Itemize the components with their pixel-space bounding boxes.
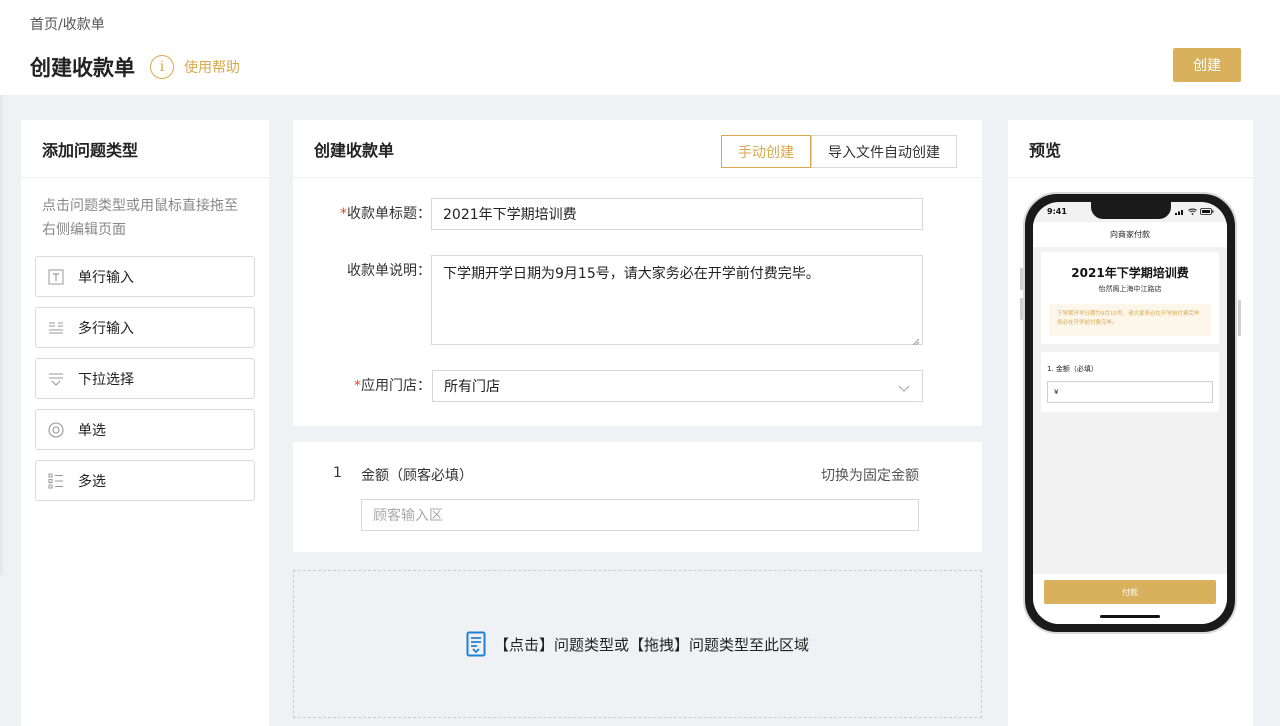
- multiline-icon: [48, 320, 64, 336]
- store-label-text: 应用门店：: [361, 378, 431, 394]
- customer-input-area: 顾客输入区: [361, 499, 919, 531]
- type-label: 单行输入: [78, 269, 134, 286]
- tab-manual-create[interactable]: 手动创建: [721, 135, 811, 168]
- top-bar: 首页/收款单 创建收款单 i 使用帮助 创建: [0, 0, 1280, 95]
- question-dropzone[interactable]: 【点击】问题类型或【拖拽】问题类型至此区域: [293, 570, 982, 718]
- status-time: 9:41: [1047, 207, 1067, 216]
- description-textarea[interactable]: 下学期开学日期为9月15号，请大家务必在开学前付费完毕。: [431, 255, 923, 346]
- description-text: 下学期开学日期为9月15号，请大家务必在开学前付费完毕。: [443, 266, 820, 282]
- question-types-panel: 添加问题类型 点击问题类型或用鼠标直接拖至右侧编辑页面 单行输入 多行输入 下拉…: [21, 120, 269, 726]
- preview-amount-card: 1. 金额（必填） ¥: [1041, 352, 1219, 412]
- radio-icon: [48, 421, 64, 438]
- wifi-icon: [1188, 208, 1197, 215]
- create-mode-tabs: 手动创建 导入文件自动创建: [721, 135, 957, 168]
- document-icon: [466, 631, 486, 657]
- tab-import-create[interactable]: 导入文件自动创建: [811, 135, 957, 168]
- preview-order-title: 2021年下学期培训费: [1071, 266, 1189, 280]
- question-type-list: 单行输入 多行输入 下拉选择 单选 多选: [21, 256, 269, 501]
- question-title: 金额（顾客必填）: [361, 468, 473, 484]
- title-label-text: 收款单标题：: [347, 206, 431, 222]
- preview-title: 预览: [1008, 120, 1253, 178]
- type-label: 下拉选择: [78, 371, 134, 388]
- type-item-checkbox[interactable]: 多选: [35, 460, 255, 501]
- create-button[interactable]: 创建: [1173, 48, 1241, 82]
- store-label: *应用门店：: [293, 370, 431, 402]
- type-label: 多选: [78, 473, 106, 490]
- type-label: 多行输入: [78, 320, 134, 337]
- info-icon: i: [150, 55, 174, 79]
- title-input[interactable]: 2021年下学期培训费: [431, 198, 923, 230]
- type-item-single-line[interactable]: 单行输入: [35, 256, 255, 297]
- store-select[interactable]: 所有门店: [432, 370, 923, 402]
- title-label: *收款单标题：: [293, 198, 431, 230]
- dropdown-icon: [48, 371, 64, 387]
- required-mark: *: [354, 378, 361, 394]
- preview-pay-button: 付款: [1044, 580, 1216, 604]
- question-index: 1: [333, 465, 342, 481]
- type-item-multi-line[interactable]: 多行输入: [35, 307, 255, 348]
- description-label: 收款单说明：: [347, 263, 431, 279]
- phone-notch: [1091, 202, 1171, 219]
- status-icons: [1175, 208, 1214, 215]
- breadcrumb[interactable]: 首页/收款单: [30, 14, 105, 34]
- form-panel: 创建收款单 手动创建 导入文件自动创建 *收款单标题： 2021年下学期培训费 …: [293, 120, 982, 426]
- type-item-radio[interactable]: 单选: [35, 409, 255, 450]
- phone-side-button: [1238, 300, 1241, 336]
- question-types-title: 添加问题类型: [21, 120, 269, 178]
- title-row: *收款单标题：: [293, 198, 431, 230]
- question-types-hint: 点击问题类型或用鼠标直接拖至右侧编辑页面: [42, 198, 238, 238]
- phone-mockup: 9:41 向商家付款 2021年下学期培训费 怡然阁上海中江路店 下学期开学日期…: [1023, 192, 1237, 634]
- battery-icon: [1200, 208, 1214, 215]
- description-row: 收款单说明：: [293, 255, 431, 287]
- chevron-down-icon: [898, 381, 910, 397]
- left-edge-divider: [0, 95, 3, 575]
- resize-handle-icon[interactable]: [912, 334, 920, 346]
- dropzone-text: 【点击】问题类型或【拖拽】问题类型至此区域: [493, 635, 809, 654]
- type-label: 单选: [78, 422, 106, 439]
- home-indicator: [1100, 615, 1160, 618]
- phone-screen: 9:41 向商家付款 2021年下学期培训费 怡然阁上海中江路店 下学期开学日期…: [1033, 202, 1227, 624]
- switch-fixed-amount-link[interactable]: 切换为固定金额: [821, 465, 919, 485]
- preview-panel: 预览 9:41 向商家付款 2021年下学期培训费 怡然阁上海中江路店 下学期开…: [1008, 120, 1253, 726]
- store-row: *应用门店：: [293, 370, 431, 402]
- store-select-value: 所有门店: [444, 379, 500, 395]
- type-item-dropdown[interactable]: 下拉选择: [35, 358, 255, 399]
- checkbox-list-icon: [48, 473, 64, 489]
- help-link[interactable]: i 使用帮助: [150, 55, 240, 79]
- preview-description: 下学期开学日期为9月15号，请大家务必在开学前付费完毕务必在开学前付费完毕。: [1049, 304, 1211, 336]
- signal-icon: [1175, 210, 1183, 215]
- preview-amount-label: 1. 金额（必填）: [1047, 365, 1098, 373]
- preview-amount-input: ¥: [1047, 381, 1213, 403]
- preview-nav-title: 向商家付款: [1033, 222, 1227, 247]
- amount-question-card[interactable]: 1 金额（顾客必填） 切换为固定金额 顾客输入区: [293, 442, 982, 552]
- required-mark: *: [340, 206, 347, 222]
- page-title: 创建收款单: [30, 56, 135, 80]
- preview-order-card: 2021年下学期培训费 怡然阁上海中江路店 下学期开学日期为9月15号，请大家务…: [1041, 252, 1219, 344]
- preview-store-name: 怡然阁上海中江路店: [1098, 285, 1162, 293]
- text-input-icon: [48, 269, 64, 285]
- help-label: 使用帮助: [184, 60, 240, 76]
